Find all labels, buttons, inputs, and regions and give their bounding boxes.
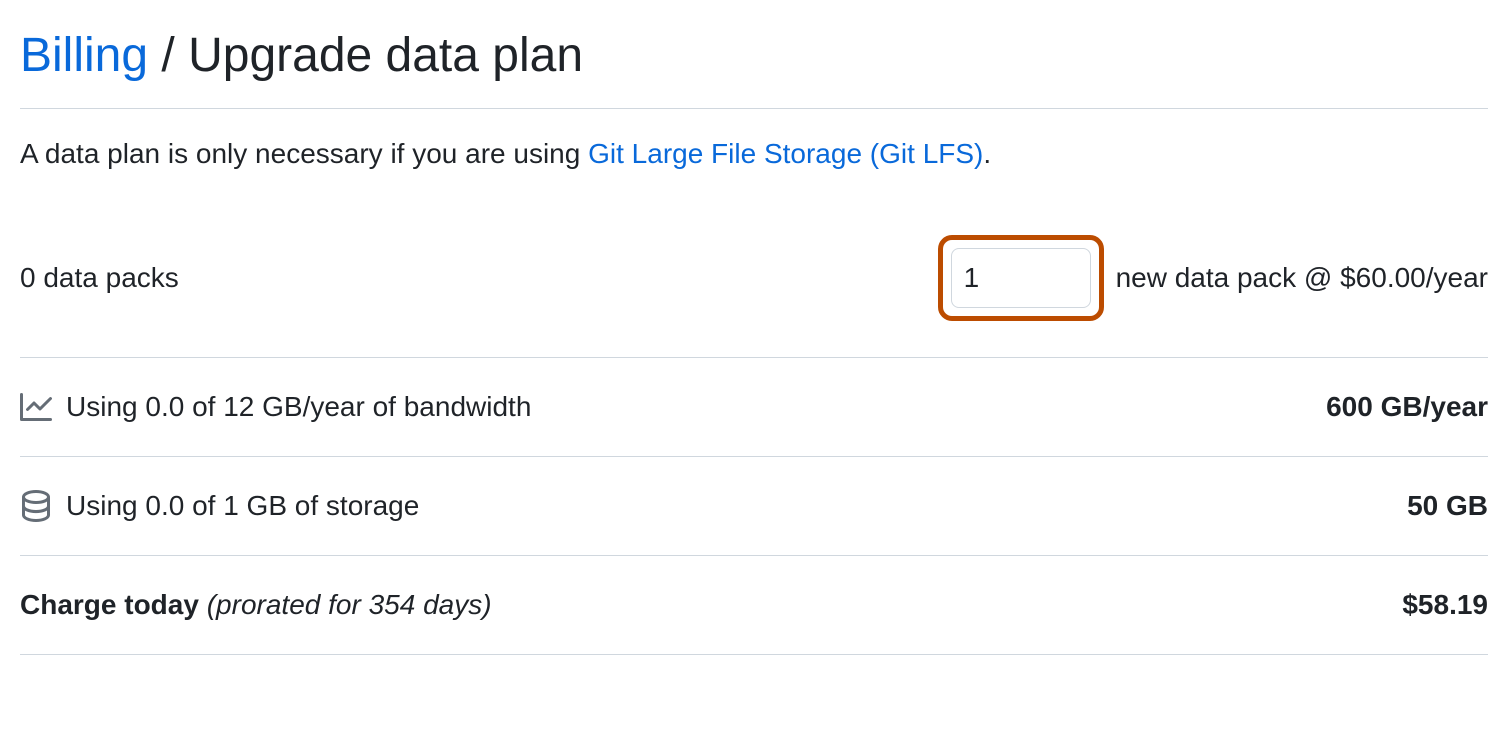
- bandwidth-row: Using 0.0 of 12 GB/year of bandwidth 600…: [20, 358, 1488, 457]
- charge-today-label: Charge today: [20, 589, 199, 620]
- bandwidth-value: 600 GB/year: [1326, 386, 1488, 428]
- git-lfs-link[interactable]: Git Large File Storage (Git LFS): [588, 138, 983, 169]
- database-icon: [20, 490, 52, 522]
- breadcrumb-separator: /: [148, 29, 188, 82]
- intro-prefix: A data plan is only necessary if you are…: [20, 138, 588, 169]
- storage-row: Using 0.0 of 1 GB of storage 50 GB: [20, 457, 1488, 556]
- data-pack-quantity-input[interactable]: [951, 248, 1091, 308]
- current-data-packs-label: 0 data packs: [20, 257, 179, 299]
- data-packs-row: 0 data packs new data pack @ $60.00/year: [20, 235, 1488, 358]
- input-highlight-box: [938, 235, 1104, 321]
- charge-prorated-label: (prorated for 354 days): [207, 589, 492, 620]
- bandwidth-usage-text: Using 0.0 of 12 GB/year of bandwidth: [66, 386, 531, 428]
- billing-link[interactable]: Billing: [20, 29, 148, 82]
- page-header: Billing / Upgrade data plan: [20, 20, 1488, 109]
- storage-value: 50 GB: [1407, 485, 1488, 527]
- storage-usage-text: Using 0.0 of 1 GB of storage: [66, 485, 419, 527]
- intro-text: A data plan is only necessary if you are…: [20, 133, 1488, 175]
- data-pack-rate-label: new data pack @ $60.00/year: [1116, 257, 1488, 299]
- graph-icon: [20, 391, 52, 423]
- charge-amount: $58.19: [1402, 584, 1488, 626]
- intro-suffix: .: [983, 138, 991, 169]
- charge-row: Charge today (prorated for 354 days) $58…: [20, 556, 1488, 655]
- page-title: Upgrade data plan: [188, 29, 583, 82]
